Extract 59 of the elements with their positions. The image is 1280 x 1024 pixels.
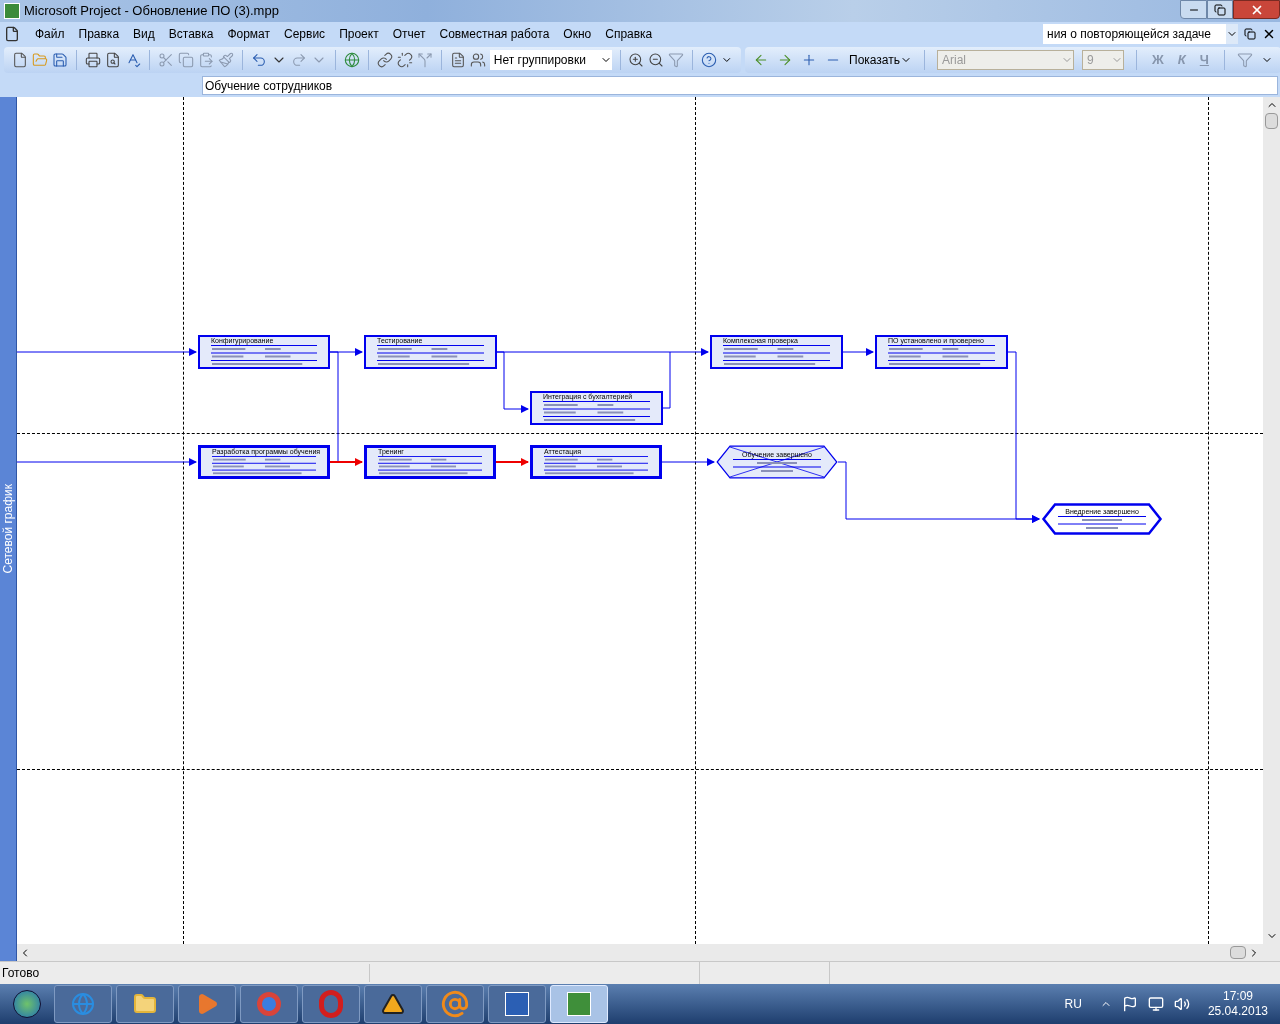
restore-icon[interactable] [1244, 28, 1256, 40]
globe-link-icon[interactable] [343, 52, 360, 68]
menu-item[interactable]: Формат [220, 25, 278, 43]
menu-item[interactable]: Совместная работа [432, 25, 557, 43]
new-file-icon[interactable] [12, 52, 28, 68]
scroll-thumb[interactable] [1230, 946, 1246, 959]
restore-icon [1214, 3, 1226, 16]
menu-item[interactable]: Вставка [161, 25, 221, 43]
entry-field[interactable]: Обучение сотрудников [202, 76, 1278, 95]
dropdown-button[interactable] [1226, 24, 1238, 44]
zoom-out-icon[interactable] [648, 52, 665, 68]
menu-item[interactable]: Окно [556, 25, 599, 43]
volume-icon[interactable] [1173, 996, 1190, 1012]
minimize-button[interactable] [1180, 0, 1207, 19]
menu-item[interactable]: Вид [126, 25, 162, 43]
window-title: Microsoft Project - Обновление ПО (3).mpp [24, 2, 279, 21]
vertical-scrollbar[interactable] [1263, 97, 1280, 944]
unlink-icon[interactable] [396, 52, 413, 68]
restore-button[interactable] [1207, 0, 1233, 19]
print-preview-icon[interactable] [104, 52, 121, 68]
link-icon[interactable] [376, 52, 393, 68]
plus-icon[interactable] [801, 52, 817, 68]
menu-item[interactable]: Файл [28, 25, 72, 43]
horizontal-scrollbar[interactable] [17, 944, 1280, 961]
menu-item[interactable]: Справка [598, 25, 660, 43]
users-icon[interactable] [469, 52, 486, 68]
show-button[interactable]: Показать [849, 51, 912, 69]
task-info-icon[interactable] [449, 52, 466, 68]
close-icon[interactable] [1262, 27, 1276, 41]
scroll-thumb[interactable] [1265, 113, 1278, 129]
undo-icon[interactable] [250, 52, 267, 68]
filter-icon[interactable] [1236, 52, 1253, 68]
menu-item[interactable]: Сервис [277, 25, 333, 43]
view-label: Сетевой график [0, 484, 16, 574]
menu-item[interactable]: Правка [71, 25, 127, 43]
status-text: Готово [0, 964, 370, 982]
cut-icon[interactable] [157, 52, 174, 68]
language-indicator[interactable]: RU [1064, 995, 1082, 1013]
question-box[interactable]: ния о повторяющейся задаче [1043, 24, 1226, 44]
split-icon[interactable] [416, 52, 433, 68]
paste-icon[interactable] [197, 52, 214, 68]
help-icon[interactable] [701, 52, 718, 68]
flag-icon[interactable] [1121, 996, 1138, 1012]
clock-date[interactable]: 25.04.2013 [1207, 1004, 1268, 1019]
browser-icon[interactable] [240, 985, 298, 1023]
menu-item[interactable]: Проект [332, 25, 386, 43]
brush-icon[interactable] [217, 52, 234, 68]
app-icon [4, 3, 20, 19]
folder-icon[interactable] [116, 985, 174, 1023]
printer-icon[interactable] [84, 52, 101, 68]
network-icon[interactable] [1147, 996, 1164, 1012]
play-icon[interactable] [178, 985, 236, 1023]
zoom-in-icon[interactable] [628, 52, 645, 68]
save-icon[interactable] [52, 52, 68, 68]
grouping-dropdown[interactable]: Нет группировки [489, 50, 612, 70]
copy-icon[interactable] [177, 52, 194, 68]
clock-time[interactable]: 17:09 [1222, 989, 1253, 1004]
close-button[interactable] [1233, 0, 1280, 19]
menu-item[interactable]: Отчет [385, 25, 433, 43]
